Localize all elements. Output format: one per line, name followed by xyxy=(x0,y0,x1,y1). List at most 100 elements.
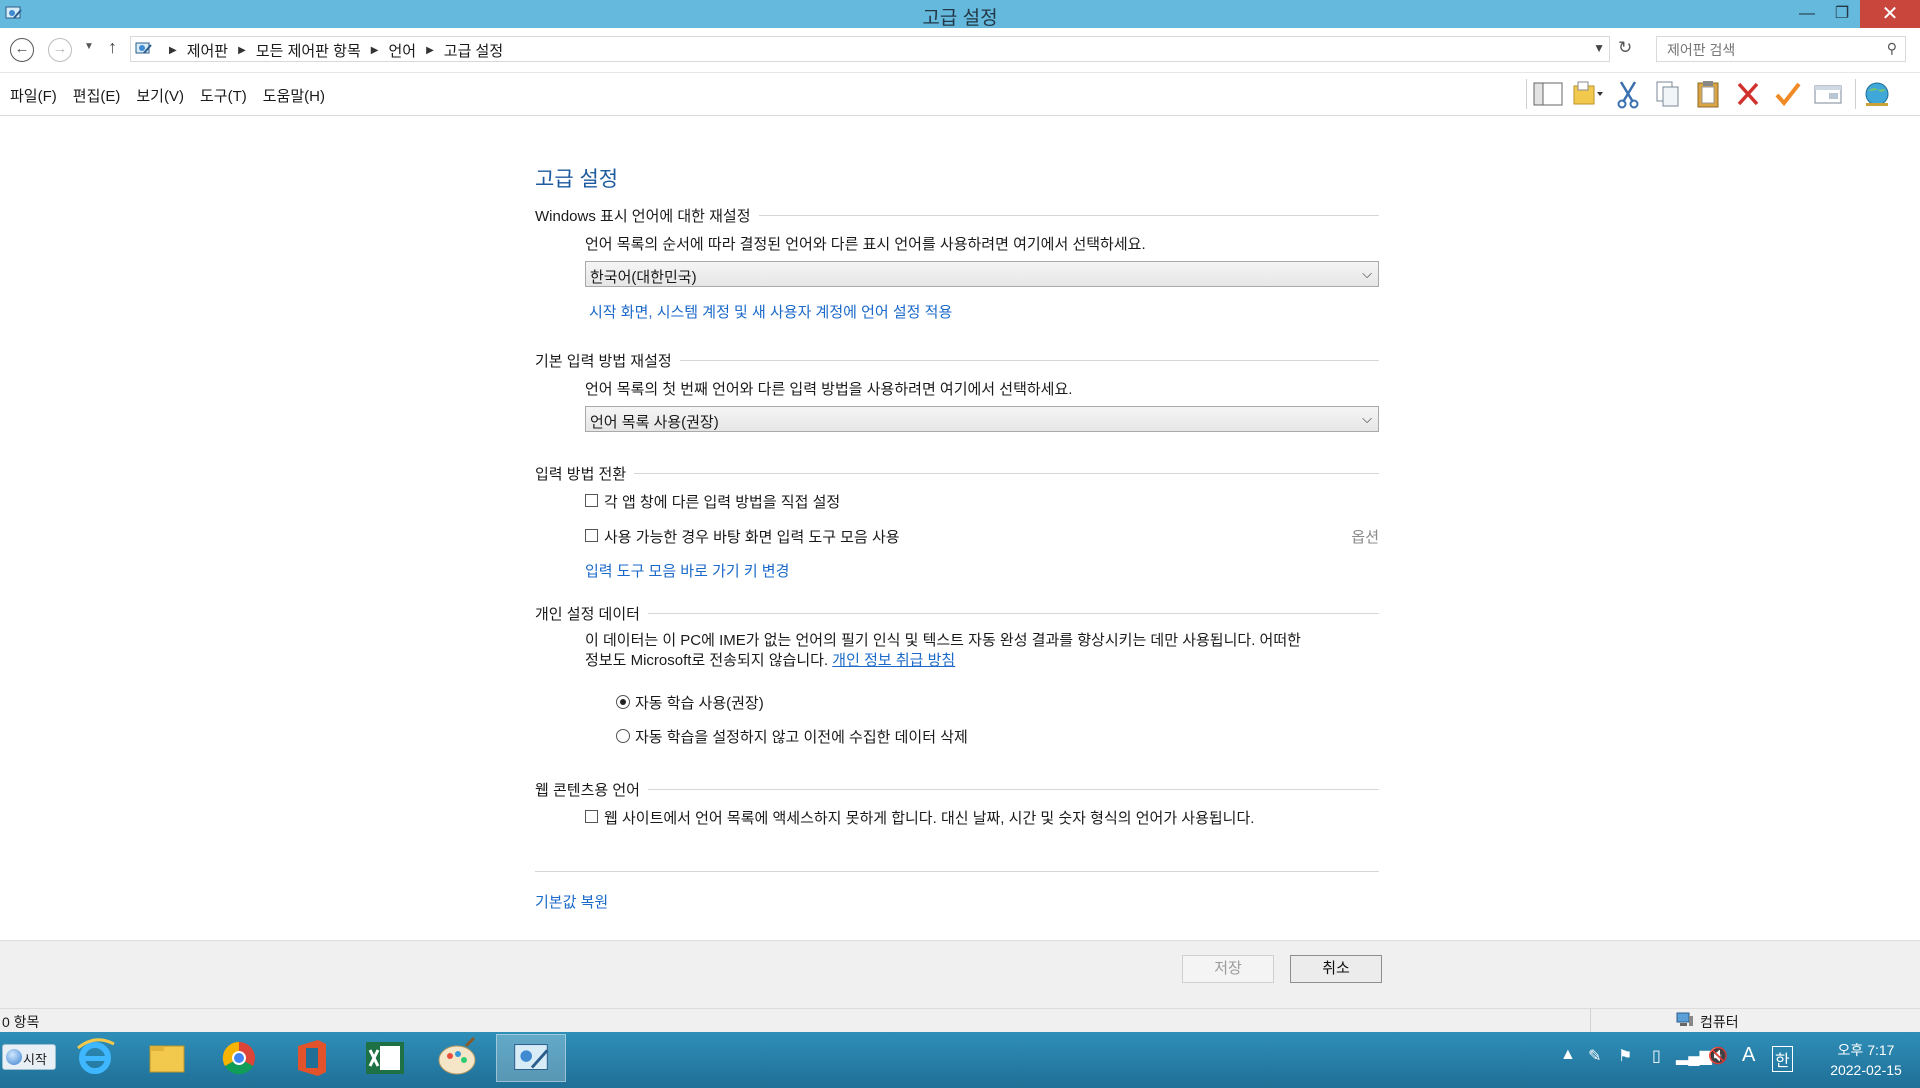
breadcrumb-item[interactable]: 언어 xyxy=(388,40,416,61)
chevron-right-icon[interactable]: ▶ xyxy=(426,45,434,56)
office-icon[interactable] xyxy=(276,1034,346,1082)
copy-icon[interactable] xyxy=(1651,78,1685,110)
cancel-button[interactable]: 취소 xyxy=(1290,955,1382,983)
section-heading: 개인 설정 데이터 xyxy=(535,603,1379,624)
per-app-input-checkbox[interactable] xyxy=(585,494,598,507)
save-button[interactable]: 저장 xyxy=(1182,955,1274,983)
ime-mode-indicator[interactable]: A xyxy=(1742,1044,1755,1067)
up-button[interactable]: ↑ xyxy=(108,37,117,58)
search-icon[interactable]: ⚲ xyxy=(1887,40,1897,57)
chevron-down-icon: ⌵ xyxy=(1362,266,1372,281)
input-method-value: 언어 목록 사용(권장) xyxy=(590,414,719,431)
section-heading: Windows 표시 언어에 대한 재설정 xyxy=(535,205,1379,226)
paint-icon[interactable] xyxy=(422,1034,492,1082)
auto-learning-label[interactable]: 자동 학습 사용(권장) xyxy=(635,692,764,713)
menu: 파일(F) 편집(E) 보기(V) 도구(T) 도움말(H) xyxy=(10,85,341,106)
section-heading: 기본 입력 방법 재설정 xyxy=(535,350,1379,371)
input-method-select[interactable]: 언어 목록 사용(권장) ⌵ xyxy=(585,406,1379,432)
personalization-description-line: 정보도 Microsoft로 전송되지 않습니다. 개인 정보 취급 방침 xyxy=(585,651,1379,671)
start-button[interactable]: 시작 xyxy=(2,1044,56,1070)
action-center-flag-icon[interactable]: ⚑ xyxy=(1618,1046,1632,1066)
chevron-right-icon[interactable]: ▶ xyxy=(169,45,177,56)
input-method-description: 언어 목록의 첫 번째 언어와 다른 입력 방법을 사용하려면 여기에서 선택하… xyxy=(585,381,1073,398)
folder-view-icon[interactable] xyxy=(1571,78,1605,110)
restore-button[interactable]: ❐ xyxy=(1820,0,1864,28)
window-title: 고급 설정 xyxy=(922,8,998,29)
back-button[interactable]: ← xyxy=(10,38,34,62)
volume-muted-icon[interactable]: 🔇 xyxy=(1708,1046,1728,1066)
forward-button[interactable]: → xyxy=(48,38,72,62)
menu-view[interactable]: 보기(V) xyxy=(136,85,184,106)
breadcrumb-item[interactable]: 고급 설정 xyxy=(444,40,503,61)
computer-icon xyxy=(1676,1012,1693,1026)
excel-icon[interactable] xyxy=(350,1034,420,1082)
web-content-language-section: 웹 콘텐츠용 언어 웹 사이트에서 언어 목록에 액세스하지 못하게 합니다. … xyxy=(535,779,1379,827)
block-language-list-label[interactable]: 웹 사이트에서 언어 목록에 액세스하지 못하게 합니다. 대신 날짜, 시간 … xyxy=(604,807,1254,828)
section-divider xyxy=(535,473,1379,474)
network-signal-icon[interactable]: ▂▄▆ xyxy=(1676,1046,1712,1066)
toolbar-separator xyxy=(1855,79,1856,109)
section-heading-label: 기본 입력 방법 재설정 xyxy=(535,350,680,371)
item-count: 0 항목 xyxy=(2,1014,40,1030)
cut-icon[interactable] xyxy=(1611,78,1645,110)
status-bar: 0 항목 컴퓨터 xyxy=(0,1008,1920,1033)
status-divider xyxy=(1590,1009,1591,1033)
menu-help[interactable]: 도움말(H) xyxy=(263,85,325,106)
file-explorer-icon[interactable] xyxy=(132,1034,202,1082)
chrome-icon[interactable] xyxy=(204,1034,274,1082)
section-heading: 입력 방법 전환 xyxy=(535,463,1379,484)
navigation-bar: ← → ▼ ↑ ▶ 제어판 ▶ 모든 제어판 항목 ▶ 언어 ▶ 고급 설정 ▼… xyxy=(0,28,1920,73)
zone-text: 컴퓨터 xyxy=(1700,1014,1739,1030)
start-orb-icon xyxy=(6,1049,22,1065)
menu-file[interactable]: 파일(F) xyxy=(10,85,57,106)
display-language-select[interactable]: 한국어(대한민국) ⌵ xyxy=(585,261,1379,287)
display-language-value: 한국어(대한민국) xyxy=(590,269,697,286)
auto-learning-radio[interactable] xyxy=(616,695,630,709)
personalization-description-text: 정보도 Microsoft로 전송되지 않습니다. xyxy=(585,652,829,669)
start-label: 시작 xyxy=(23,1052,47,1067)
privacy-statement-link[interactable]: 개인 정보 취급 방침 xyxy=(832,652,955,669)
taskbar-clock[interactable]: 오후 7:17 2022-02-15 xyxy=(1820,1040,1912,1080)
section-heading: 웹 콘텐츠용 언어 xyxy=(535,779,1379,800)
pen-icon[interactable]: ✎ xyxy=(1588,1046,1601,1066)
per-app-input-label[interactable]: 각 앱 창에 다른 입력 방법을 직접 설정 xyxy=(604,491,840,512)
control-panel-icon[interactable] xyxy=(496,1034,566,1082)
display-language-description: 언어 목록의 순서에 따라 결정된 언어와 다른 표시 언어를 사용하려면 여기… xyxy=(585,236,1146,253)
menu-tools[interactable]: 도구(T) xyxy=(200,85,247,106)
personalization-description-line: 이 데이터는 이 PC에 IME가 없는 언어의 필기 인식 및 텍스트 자동 … xyxy=(585,632,1301,649)
breadcrumb-item[interactable]: 모든 제어판 항목 xyxy=(256,40,361,61)
phone-icon[interactable]: ▯ xyxy=(1652,1046,1661,1066)
search-box[interactable]: ⚲ xyxy=(1656,36,1906,62)
apply-language-settings-link[interactable]: 시작 화면, 시스템 계정 및 새 사용자 계정에 언어 설정 적용 xyxy=(589,301,952,322)
delete-icon[interactable] xyxy=(1731,78,1765,110)
chevron-right-icon[interactable]: ▶ xyxy=(238,45,246,56)
check-icon[interactable] xyxy=(1771,78,1805,110)
paste-icon[interactable] xyxy=(1691,78,1725,110)
search-input[interactable] xyxy=(1665,39,1869,61)
layout-icon[interactable] xyxy=(1531,78,1565,110)
chevron-down-icon[interactable]: ▼ xyxy=(1593,41,1605,55)
block-language-list-checkbox[interactable] xyxy=(585,810,598,823)
breadcrumb-item[interactable]: 제어판 xyxy=(187,40,228,61)
ime-language-indicator[interactable]: 한 xyxy=(1772,1046,1793,1072)
disable-learning-radio[interactable] xyxy=(616,729,630,743)
toolbar xyxy=(1522,78,1900,110)
recent-locations-icon[interactable]: ▼ xyxy=(84,41,94,52)
address-bar[interactable]: ▶ 제어판 ▶ 모든 제어판 항목 ▶ 언어 ▶ 고급 설정 ▼ xyxy=(130,36,1610,62)
close-button[interactable]: ✕ xyxy=(1860,0,1920,28)
internet-explorer-icon[interactable] xyxy=(60,1034,130,1082)
personalization-description: 이 데이터는 이 PC에 IME가 없는 언어의 필기 인식 및 텍스트 자동 … xyxy=(585,631,1379,671)
chevron-right-icon[interactable]: ▶ xyxy=(371,45,379,56)
properties-icon[interactable] xyxy=(1811,78,1845,110)
zone-label: 컴퓨터 xyxy=(1676,1012,1739,1032)
globe-icon[interactable] xyxy=(1860,78,1894,110)
language-bar-hotkeys-link[interactable]: 입력 도구 모음 바로 가기 키 변경 xyxy=(585,560,789,581)
restore-defaults-link[interactable]: 기본값 복원 xyxy=(535,891,608,912)
show-hidden-icons-icon[interactable]: ▲ xyxy=(1560,1046,1576,1064)
chevron-down-icon: ⌵ xyxy=(1362,411,1372,426)
desktop-language-bar-label[interactable]: 사용 가능한 경우 바탕 화면 입력 도구 모음 사용 xyxy=(604,526,900,547)
desktop-language-bar-checkbox[interactable] xyxy=(585,529,598,542)
disable-learning-label[interactable]: 자동 학습을 설정하지 않고 이전에 수집한 데이터 삭제 xyxy=(635,726,968,747)
menu-edit[interactable]: 편집(E) xyxy=(73,85,121,106)
refresh-icon[interactable]: ↻ xyxy=(1618,38,1632,58)
